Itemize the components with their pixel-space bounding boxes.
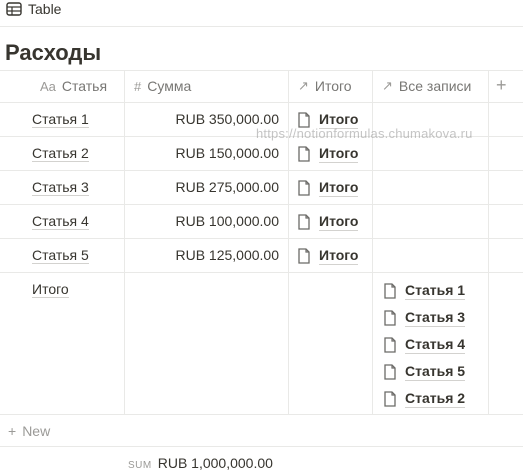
row-border: [0, 272, 523, 273]
cell-amount[interactable]: RUB 275,000.00: [175, 178, 279, 196]
row-border: [0, 238, 523, 239]
page-icon: [298, 145, 310, 162]
cell-article[interactable]: Статья 4: [32, 212, 89, 230]
column-header-total[interactable]: ↗ Итого: [298, 70, 352, 102]
column-divider: [124, 70, 125, 414]
relation-link: Итого: [319, 213, 359, 231]
cell-total[interactable]: Итого: [297, 212, 359, 231]
table-icon: [6, 2, 22, 16]
relation-link: Статья 3: [405, 309, 466, 327]
number-property-icon: #: [134, 78, 142, 94]
column-header-all-records[interactable]: ↗ Все записи: [382, 70, 471, 102]
cell-article[interactable]: Статья 1: [32, 110, 89, 128]
row-border: [0, 102, 523, 103]
cell-all-records-item[interactable]: Статья 1: [383, 281, 466, 300]
column-header-article[interactable]: Aa Статья: [40, 70, 107, 102]
new-row-label: New: [22, 423, 51, 439]
rollup-arrow-icon: ↗: [298, 78, 309, 93]
cell-amount[interactable]: RUB 150,000.00: [175, 144, 279, 162]
cell-all-records-item[interactable]: Статья 2: [383, 389, 466, 408]
relation-link: Статья 1: [405, 282, 466, 300]
column-header-label: Статья: [61, 78, 108, 94]
cell-article[interactable]: Статья 2: [32, 144, 89, 162]
relation-arrow-icon: ↗: [382, 78, 393, 93]
sum-value: RUB 1,000,000.00: [157, 455, 273, 471]
view-tab-label: Table: [28, 1, 62, 17]
relation-link: Статья 4: [405, 336, 466, 354]
row-border: [0, 446, 523, 447]
relation-link: Статья 2: [405, 390, 466, 408]
column-header-label: Все записи: [398, 78, 472, 94]
column-header-amount[interactable]: # Сумма: [134, 70, 191, 102]
page-title[interactable]: Расходы: [5, 38, 101, 68]
new-row-button[interactable]: + New: [8, 422, 50, 440]
plus-icon: +: [8, 423, 17, 439]
row-border: [0, 414, 523, 415]
relation-link: Итого: [319, 179, 359, 197]
view-divider: [0, 26, 523, 27]
cell-total[interactable]: Итого: [297, 246, 359, 265]
add-column-button[interactable]: +: [496, 75, 507, 96]
page-icon: [384, 336, 396, 353]
cell-all-records-item[interactable]: Статья 4: [383, 335, 466, 354]
relation-link: Итого: [319, 247, 359, 265]
row-border: [0, 204, 523, 205]
cell-article[interactable]: Статья 5: [32, 246, 89, 264]
cell-all-records-item[interactable]: Статья 5: [383, 362, 466, 381]
cell-total[interactable]: Итого: [297, 178, 359, 197]
cell-amount[interactable]: RUB 100,000.00: [175, 212, 279, 230]
page-icon: [384, 282, 396, 299]
row-border: [0, 170, 523, 171]
page-icon: [384, 363, 396, 380]
cell-article-summary[interactable]: Итого: [32, 280, 69, 298]
column-divider: [372, 70, 373, 414]
page-icon: [384, 309, 396, 326]
relation-link: Итого: [319, 145, 359, 163]
sum-footer[interactable]: SUM RUB 1,000,000.00: [128, 455, 273, 471]
page-icon: [298, 179, 310, 196]
column-divider: [288, 70, 289, 414]
cell-article[interactable]: Статья 3: [32, 178, 89, 196]
relation-link: Статья 5: [405, 363, 466, 381]
sum-label: SUM: [128, 460, 152, 471]
cell-total[interactable]: Итого: [297, 144, 359, 163]
text-property-icon: Aa: [40, 78, 56, 94]
column-header-label: Сумма: [147, 78, 192, 94]
page-icon: [298, 213, 310, 230]
watermark: https://notionformulas.chumakova.ru: [256, 126, 473, 141]
header-top-border: [0, 70, 523, 71]
page-icon: [298, 247, 310, 264]
page-icon: [384, 390, 396, 407]
view-tab-table[interactable]: Table: [6, 0, 61, 18]
cell-amount[interactable]: RUB 125,000.00: [175, 246, 279, 264]
cell-all-records-item[interactable]: Статья 3: [383, 308, 466, 327]
column-header-label: Итого: [314, 78, 352, 94]
column-divider: [488, 70, 489, 414]
